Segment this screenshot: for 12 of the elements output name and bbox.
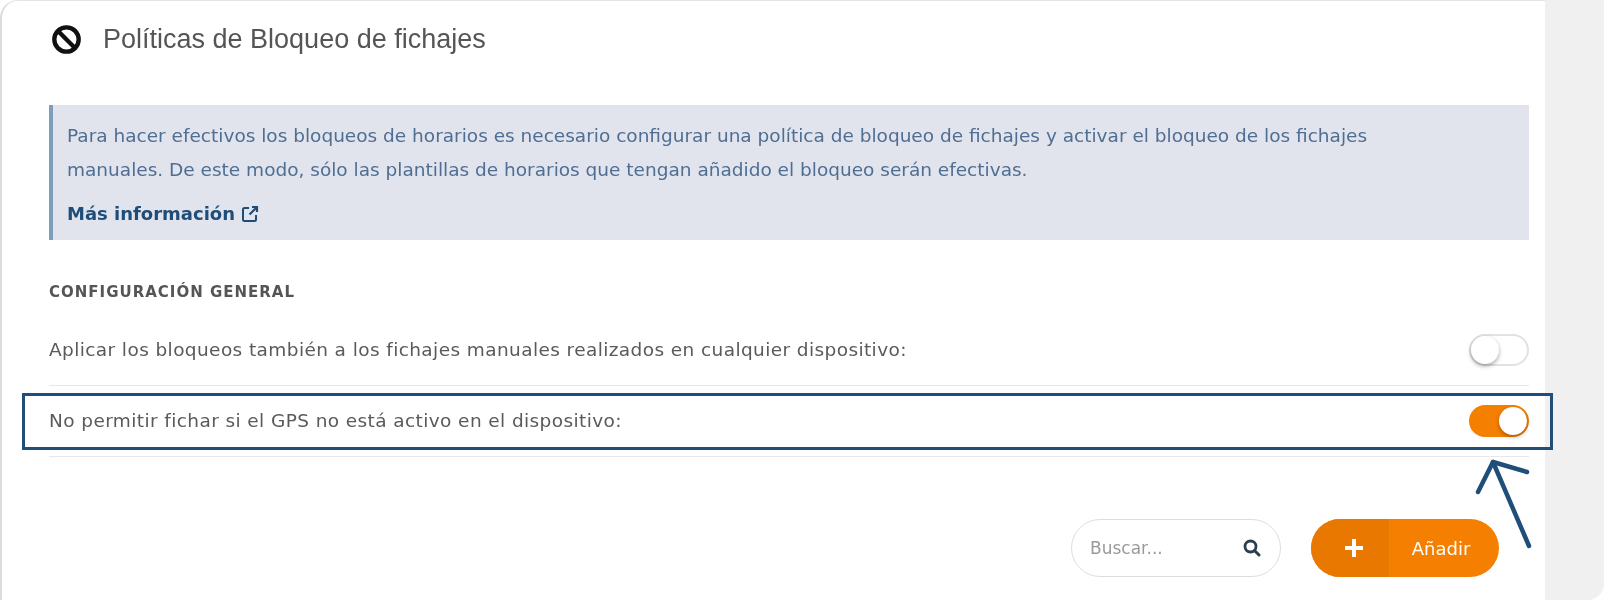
more-info-link[interactable]: Más información: [67, 199, 260, 229]
search-field[interactable]: Buscar...: [1071, 519, 1281, 577]
setting-label: Aplicar los bloqueos también a los fichajes manuales realizados en cualquier dispositivo:: [49, 338, 907, 362]
setting-label: No permitir fichar si el GPS no está activo en el dispositivo:: [49, 409, 622, 433]
toggle-switch[interactable]: [1469, 405, 1529, 437]
section-heading: CONFIGURACIÓN GENERAL: [49, 282, 296, 302]
plus-icon: [1344, 538, 1364, 558]
prohibited-icon: [52, 24, 81, 54]
external-link-icon: [241, 205, 260, 223]
search-icon: [1243, 539, 1261, 557]
notice-text: Para hacer efectivos los bloqueos de horarios es necesario configurar una política de bloqueo de fichajes y activar el bloqueo de los fichajes manuales. De este modo, sólo las plantillas de horarios que tengan añadido el bloqueo serán efectivas.: [67, 124, 1369, 182]
page-title: Políticas de Bloqueo de fichajes: [103, 23, 486, 56]
